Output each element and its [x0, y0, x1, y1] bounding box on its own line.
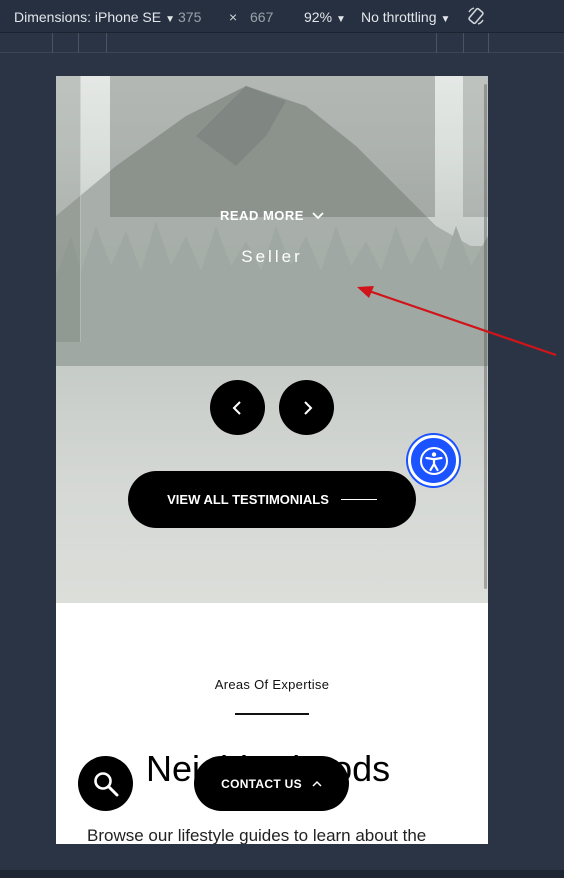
throttling-select[interactable]: No throttling ▼ [361, 9, 450, 25]
view-all-testimonials-button[interactable]: VIEW ALL TESTIMONIALS [128, 471, 416, 528]
section-body: Browse our lifestyle guides to learn abo… [87, 826, 427, 844]
dimensions-label: Dimensions: iPhone SE [14, 9, 162, 25]
accessibility-icon [419, 446, 448, 475]
arrow-line-icon [340, 499, 377, 500]
zoom-label: 92% [304, 9, 333, 25]
rotate-icon[interactable] [466, 6, 486, 26]
caret-down-icon: ▼ [165, 14, 175, 25]
accessibility-button[interactable] [408, 435, 459, 486]
media-query-bar [0, 33, 564, 53]
throttling-label: No throttling [361, 9, 437, 25]
dimensions-select[interactable]: Dimensions: iPhone SE ▼ [14, 9, 175, 25]
chevron-left-icon [232, 400, 241, 415]
contact-us-button[interactable]: CONTACT US [194, 756, 349, 811]
testimonial-role: Seller [241, 247, 303, 266]
height-input[interactable]: 667 [250, 9, 273, 25]
prev-testimonial-button[interactable] [210, 380, 265, 435]
next-testimonial-button[interactable] [279, 380, 334, 435]
view-all-label: VIEW ALL TESTIMONIALS [167, 492, 329, 507]
testimonial-card-prev [56, 76, 81, 342]
chevron-up-icon [312, 780, 322, 787]
section-divider [235, 713, 309, 715]
times-separator: × [229, 9, 238, 25]
contact-us-label: CONTACT US [221, 776, 302, 791]
search-icon [93, 771, 118, 796]
devtools-bottom-edge [0, 870, 564, 878]
search-button[interactable] [78, 756, 133, 811]
width-input[interactable]: 375 [178, 9, 201, 25]
devtools-toolbar: Dimensions: iPhone SE ▼ 375 × 667 92% ▼ No… [0, 0, 564, 33]
caret-down-icon: ▼ [440, 14, 451, 25]
caret-down-icon: ▼ [336, 14, 346, 25]
section-eyebrow: Areas Of Expertise [214, 677, 330, 692]
read-more-label: READ MORE [220, 208, 304, 223]
scrollbar[interactable] [484, 84, 487, 589]
read-more-button[interactable]: READ MORE [220, 208, 324, 223]
zoom-select[interactable]: 92% ▼ [304, 9, 346, 25]
testimonial-card-current [110, 76, 435, 217]
testimonials-hero: READ MORE Seller VIEW ALL TESTIMONIALS [56, 76, 488, 603]
chevron-down-icon [312, 211, 324, 219]
chevron-right-icon [303, 400, 312, 415]
